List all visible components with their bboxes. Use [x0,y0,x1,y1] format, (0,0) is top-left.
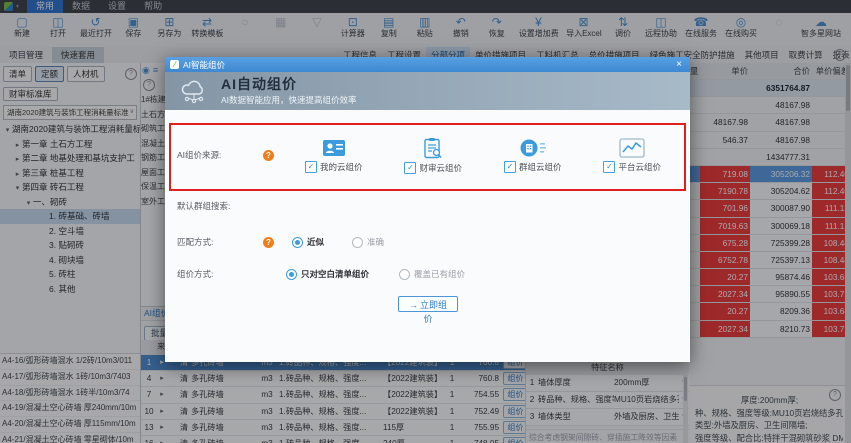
close-icon[interactable]: × [673,57,685,72]
modal-title: AI智能组价 [183,59,225,71]
radio-option[interactable]: 近似 [292,236,324,248]
checkbox[interactable] [603,161,615,173]
radio-option[interactable]: 准确 [352,236,384,248]
ai-pricing-modal: ∕ AI智能组价 × AI自动组价 AI数据智能应用，快速提高组价效率 AI组价… [165,57,690,362]
radio-icon [399,269,410,280]
radio-option[interactable]: 覆盖已有组价 [399,268,465,280]
platform-cloud-icon [619,138,645,158]
pricing-mode-row: 组价方式: 只对空白清单组价 覆盖已有组价 [177,268,489,280]
radio-icon [286,269,297,280]
source-option-group-cloud[interactable]: 群组云组价 [483,137,583,174]
source-option-my-cloud[interactable]: 我的云组价 [284,137,384,174]
source-option-audit-cloud[interactable]: 财审云组价 [384,137,484,174]
pricing-mode-label: 组价方式: [177,268,257,280]
source-options: 我的云组价 财审云组价 [284,137,682,174]
source-label: AI组价来源: [165,149,263,161]
modal-heading: AI自动组价 [221,76,357,92]
radio-icon [292,237,303,248]
radio-icon [352,237,363,248]
help-icon[interactable] [263,150,274,161]
app-window: ▾ 常用 数据 设置 帮助 ▢ 新建 ◫ 打开 ↺ 最近打开 [0,0,851,443]
price-now-button[interactable]: →立即组价 [398,296,458,312]
cloud-network-icon [177,78,211,104]
radio-option[interactable]: 只对空白清单组价 [286,268,369,280]
checkbox[interactable] [504,161,516,173]
match-mode-row: 匹配方式: 近似 准确 [177,236,406,248]
source-row: AI组价来源: 我的云组价 [165,123,690,187]
match-mode-label: 匹配方式: [177,236,257,248]
my-cloud-icon [322,138,346,158]
modal-subtitle: AI数据智能应用，快速提高组价效率 [221,94,357,106]
ai-logo-icon: ∕ [170,60,179,69]
modal-titlebar: ∕ AI智能组价 × [165,57,690,72]
group-cloud-icon [519,138,546,158]
modal-header: AI自动组价 AI数据智能应用，快速提高组价效率 [165,72,690,110]
help-icon[interactable] [263,237,274,248]
group-search-row: 默认群组搜索: [177,200,257,212]
checkbox[interactable] [404,162,416,174]
group-search-label: 默认群组搜索: [177,200,257,212]
audit-cloud-icon [423,137,443,159]
arrow-right-icon: → [409,300,418,310]
source-option-platform-cloud[interactable]: 平台云组价 [583,137,683,174]
checkbox[interactable] [305,161,317,173]
modal-body: AI组价来源: 我的云组价 [165,110,690,362]
